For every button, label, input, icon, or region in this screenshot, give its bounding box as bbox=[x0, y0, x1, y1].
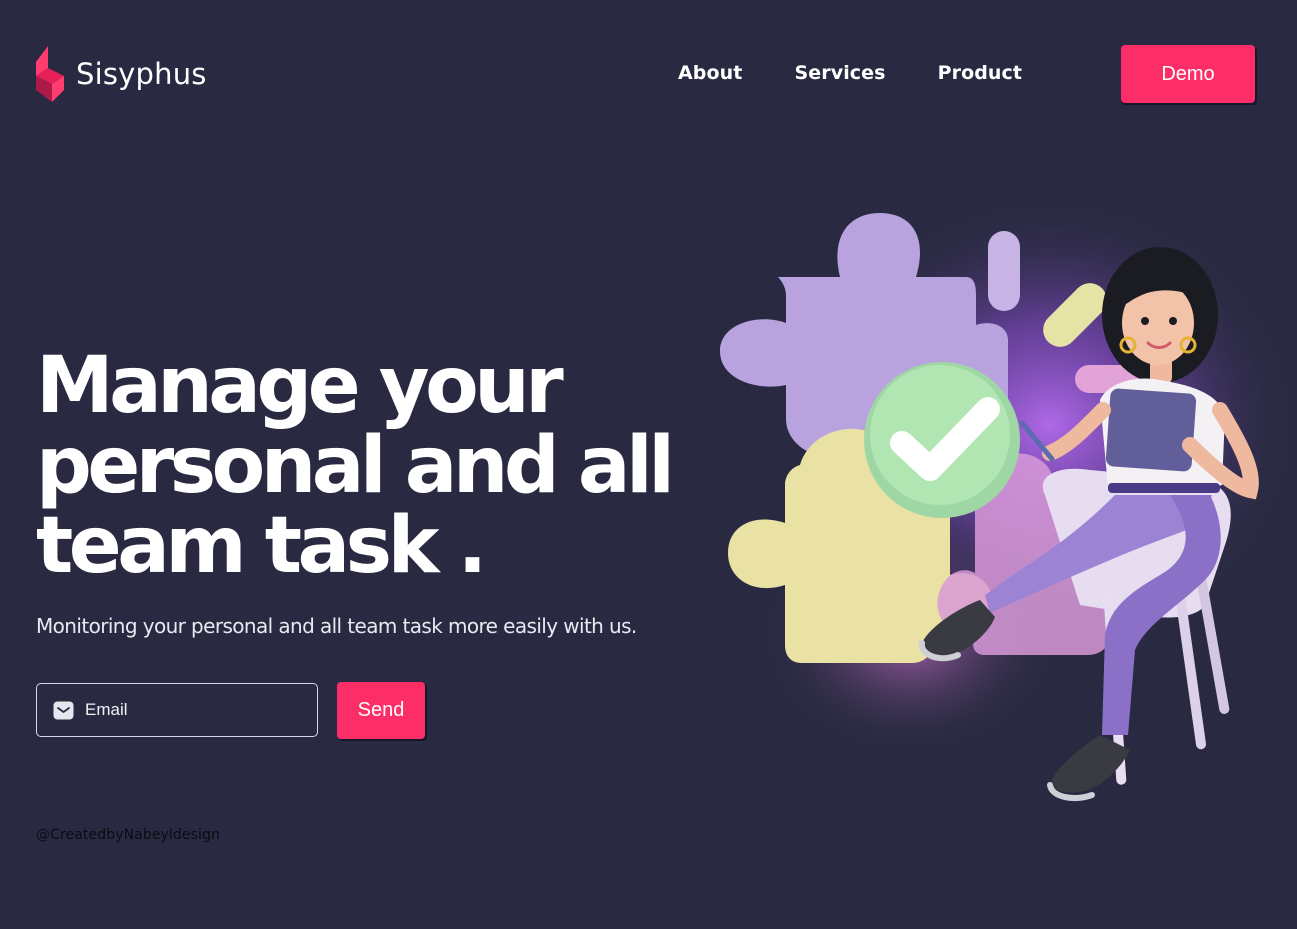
mail-icon bbox=[53, 701, 74, 719]
shoe bbox=[1047, 735, 1130, 801]
brand-logo[interactable]: Sisyphus bbox=[34, 46, 207, 102]
landing-page: Sisyphus About Services Product Demo Man… bbox=[0, 0, 1297, 929]
nav-product[interactable]: Product bbox=[938, 62, 1023, 84]
logo-icon bbox=[36, 46, 64, 102]
pill-shape bbox=[988, 231, 1020, 311]
email-input[interactable] bbox=[83, 699, 287, 721]
main-nav: About Services Product bbox=[678, 62, 1022, 84]
headline-line-2: personal and all bbox=[36, 421, 675, 511]
hero-illustration bbox=[720, 195, 1290, 801]
headline-line-1: Manage your bbox=[36, 341, 564, 431]
hero-subheadline: Monitoring your personal and all team ta… bbox=[36, 614, 637, 638]
email-field[interactable] bbox=[36, 683, 318, 737]
tablet bbox=[1105, 388, 1197, 472]
hero-headline: Manage your personal and all team task . bbox=[36, 346, 676, 586]
send-button[interactable]: Send bbox=[337, 682, 425, 739]
nav-services[interactable]: Services bbox=[794, 62, 885, 84]
check-badge bbox=[864, 362, 1020, 518]
headline-line-3: team task . bbox=[36, 501, 487, 591]
demo-button[interactable]: Demo bbox=[1121, 45, 1255, 103]
nav-about[interactable]: About bbox=[678, 62, 742, 84]
designer-credit: @CreatedbyNabeyldesign bbox=[36, 827, 220, 843]
brand-name: Sisyphus bbox=[76, 57, 207, 91]
